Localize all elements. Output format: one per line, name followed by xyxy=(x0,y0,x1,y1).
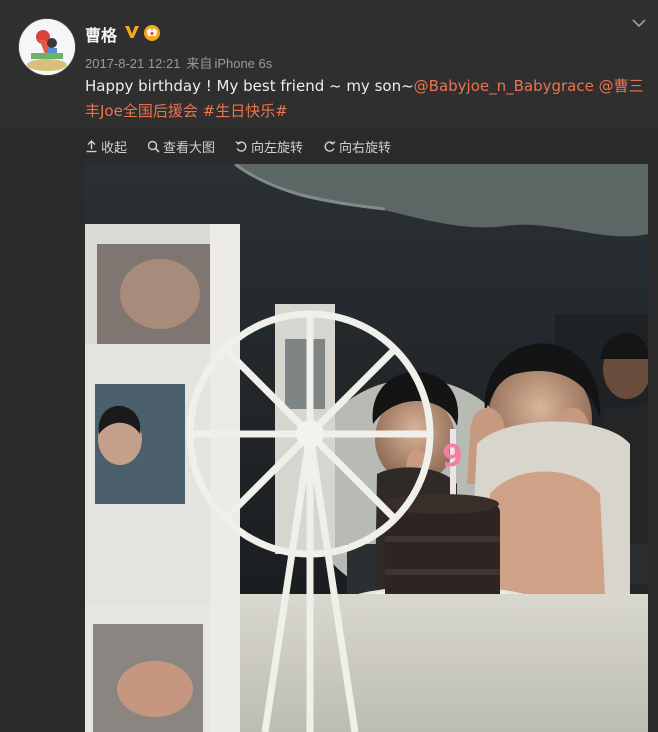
source-prefix: 来自 xyxy=(186,56,213,71)
search-icon xyxy=(147,140,160,153)
mention-babyjoe-link[interactable]: @Babyjoe_n_Babygrace xyxy=(414,77,594,95)
view-large-button[interactable]: 查看大图 xyxy=(147,136,215,156)
post-date[interactable]: 2017-8-21 12:21 xyxy=(85,56,180,71)
rotate-left-label: 向左旋转 xyxy=(251,140,304,156)
rotate-left-button[interactable]: 向左旋转 xyxy=(235,136,303,156)
collapse-button[interactable]: 收起 xyxy=(85,136,127,156)
post-text-intro: Happy birthday ! My best friend ~ my son… xyxy=(85,77,414,95)
post-meta: 2017-8-21 12:21 来自 iPhone 6s xyxy=(85,53,278,72)
username[interactable]: 曹格 xyxy=(85,22,117,46)
avatar-image xyxy=(19,19,75,75)
collapse-arrow-icon xyxy=(86,139,97,152)
rotate-right-label: 向右旋转 xyxy=(339,140,392,156)
svg-text:9: 9 xyxy=(442,439,463,474)
user-avatar[interactable] xyxy=(18,18,76,76)
fan-badge-icon[interactable] xyxy=(142,24,162,42)
view-large-label: 查看大图 xyxy=(163,140,216,156)
birthday-photo-image: 9 xyxy=(85,164,648,732)
chevron-down-icon[interactable] xyxy=(630,14,648,32)
post-text: Happy birthday ! My best friend ~ my son… xyxy=(85,74,645,124)
image-toolbar: 收起 查看大图 向左旋转 向右旋转 xyxy=(85,136,391,156)
hashtag-link[interactable]: #生日快乐# xyxy=(203,102,288,120)
verified-v-icon[interactable] xyxy=(124,24,140,40)
source-device[interactable]: iPhone 6s xyxy=(214,56,272,71)
rotate-right-icon xyxy=(324,140,336,152)
rotate-right-button[interactable]: 向右旋转 xyxy=(323,136,391,156)
rotate-left-icon xyxy=(235,140,247,152)
collapse-label: 收起 xyxy=(101,140,128,156)
post-photo[interactable]: 9 xyxy=(85,164,648,732)
